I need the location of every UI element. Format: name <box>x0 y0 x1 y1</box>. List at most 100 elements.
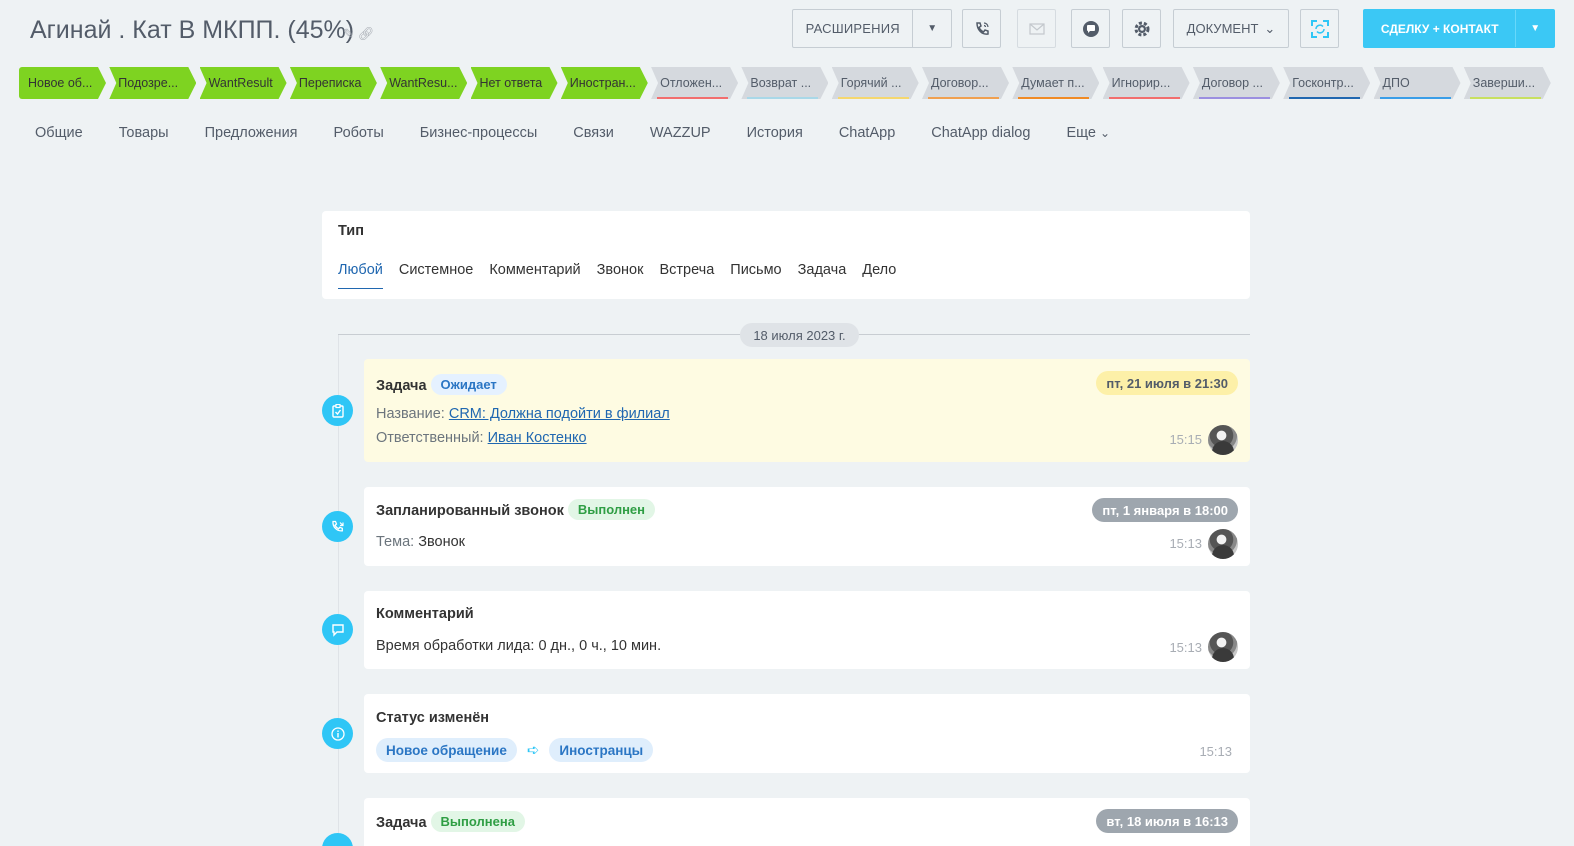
stage-color-bar <box>1289 97 1361 99</box>
type-filter-panel: Тип Любой Системное Комментарий Звонок В… <box>322 211 1250 299</box>
stage-label: Подозре... <box>118 76 179 90</box>
stage-color-bar <box>837 97 909 99</box>
card-title: Задача <box>376 378 427 394</box>
name-label: Название: <box>376 406 445 422</box>
stage-item[interactable]: Переписка <box>290 67 377 99</box>
filter-tab-email[interactable]: Письмо <box>730 262 781 289</box>
task-icon <box>322 833 353 846</box>
status-to: Иностранцы <box>549 738 654 762</box>
caret-down-icon[interactable]: ▼ <box>913 23 951 34</box>
stage-label: Договор ... <box>1201 76 1263 90</box>
link-icon[interactable]: 🔗︎ <box>358 26 375 42</box>
stage-item[interactable]: Госконтр... <box>1283 67 1370 99</box>
add-deal-contact-button[interactable]: СДЕЛКУ + КОНТАКТ ▼ <box>1363 9 1555 48</box>
tab-chatapp[interactable]: ChatApp <box>839 125 895 141</box>
time-label: 15:13 <box>1169 640 1202 655</box>
timeline-card-task-done[interactable]: Задача Выполнена вт, 18 июля в 16:13 <box>364 798 1250 846</box>
stage-label: Договор... <box>931 76 989 90</box>
deadline-badge[interactable]: пт, 1 января в 18:00 <box>1092 498 1238 522</box>
stage-color-bar <box>1018 97 1090 99</box>
stage-label: WantResu... <box>389 76 458 90</box>
tab-history[interactable]: История <box>747 125 803 141</box>
chevron-down-icon: ⌄ <box>1099 126 1111 140</box>
info-icon <box>322 718 353 749</box>
avatar[interactable] <box>1208 529 1238 559</box>
settings-button[interactable] <box>1122 9 1161 48</box>
stage-label: Нет ответа <box>479 76 543 90</box>
tab-business-processes[interactable]: Бизнес-процессы <box>420 125 538 141</box>
timeline-card-comment[interactable]: Комментарий Время обработки лида: 0 дн.,… <box>364 591 1250 669</box>
stage-item[interactable]: Горячий ... <box>832 67 919 99</box>
header: Агинай . Кат В МКПП. (45%) ✎ 🔗︎ РАСШИРЕН… <box>0 0 1574 60</box>
topic-label: Тема: <box>376 534 415 550</box>
filter-tab-any[interactable]: Любой <box>338 262 383 289</box>
avatar[interactable] <box>1208 632 1238 662</box>
topic-value: Звонок <box>418 534 465 550</box>
deadline-badge[interactable]: вт, 18 июля в 16:13 <box>1096 809 1238 833</box>
timeline-card-task[interactable]: Задача Ожидает пт, 21 июля в 21:30 Назван… <box>364 359 1250 462</box>
edit-icon[interactable]: ✎ <box>343 26 354 42</box>
stage-item[interactable]: ДПО <box>1374 67 1461 99</box>
stage-item[interactable]: Договор ... <box>1193 67 1280 99</box>
stage-item[interactable]: Заверши... <box>1464 67 1551 99</box>
document-label: ДОКУМЕНТ <box>1186 21 1259 36</box>
avatar[interactable] <box>1208 425 1238 455</box>
document-button[interactable]: ДОКУМЕНТ ⌄ <box>1173 9 1289 48</box>
stage-item[interactable]: Игнорир... <box>1103 67 1190 99</box>
stage-label: Думает п... <box>1021 76 1085 90</box>
stage-label: Заверши... <box>1472 76 1536 90</box>
extensions-button[interactable]: РАСШИРЕНИЯ ▼ <box>792 9 952 48</box>
scan-button[interactable] <box>1300 9 1339 48</box>
timeline-card-status[interactable]: Статус изменён Новое обращение ➪ Иностра… <box>364 694 1250 773</box>
stage-item[interactable]: Новое об... <box>19 67 106 99</box>
filter-tab-system[interactable]: Системное <box>399 262 473 289</box>
card-title: Задача <box>376 815 427 831</box>
page-title: Агинай . Кат В МКПП. (45%) <box>30 16 355 44</box>
stage-item[interactable]: Возврат ... <box>741 67 828 99</box>
filter-tab-meeting[interactable]: Встреча <box>659 262 714 289</box>
task-name-link[interactable]: CRM: Должна подойти в филиал <box>449 406 670 422</box>
tab-wazzup[interactable]: WAZZUP <box>650 125 711 141</box>
stage-item[interactable]: Подозре... <box>109 67 196 99</box>
stage-label: Переписка <box>298 76 362 90</box>
tab-more-label: Еще <box>1066 125 1096 141</box>
tab-robots[interactable]: Роботы <box>334 125 384 141</box>
chat-icon <box>1082 20 1099 37</box>
stage-label: Иностран... <box>569 76 636 90</box>
stage-item[interactable]: Нет ответа <box>471 67 558 99</box>
stage-item[interactable]: WantResult <box>200 67 287 99</box>
phone-icon <box>975 21 989 35</box>
tab-more[interactable]: Еще ⌄ <box>1066 125 1110 141</box>
tab-offers[interactable]: Предложения <box>205 125 298 141</box>
tab-products[interactable]: Товары <box>119 125 169 141</box>
filter-title: Тип <box>338 223 364 239</box>
mail-icon <box>1028 22 1045 35</box>
stage-color-bar <box>1379 97 1451 99</box>
card-title: Комментарий <box>376 606 474 622</box>
filter-tab-comment[interactable]: Комментарий <box>489 262 580 289</box>
card-title: Запланированный звонок <box>376 503 564 519</box>
stage-item[interactable]: Отложен... <box>651 67 738 99</box>
stage-item[interactable]: Иностран... <box>561 67 648 99</box>
filter-tab-activity[interactable]: Дело <box>862 262 896 289</box>
stage-item[interactable]: Договор... <box>922 67 1009 99</box>
tab-links[interactable]: Связи <box>573 125 614 141</box>
card-title: Статус изменён <box>376 710 490 726</box>
chat-button[interactable] <box>1071 9 1110 48</box>
stage-label: WantResult <box>208 76 273 90</box>
timeline-date: 18 июля 2023 г. <box>740 323 859 347</box>
mail-button[interactable] <box>1017 9 1056 48</box>
phone-button[interactable] <box>962 9 1001 48</box>
filter-tab-call[interactable]: Звонок <box>597 262 644 289</box>
responsible-link[interactable]: Иван Костенко <box>488 430 587 446</box>
comment-text: Время обработки лида: 0 дн., 0 ч., 10 ми… <box>376 638 662 654</box>
tab-chatapp-dialog[interactable]: ChatApp dialog <box>931 125 1030 141</box>
caret-down-icon[interactable]: ▼ <box>1516 23 1554 34</box>
stage-item[interactable]: Думает п... <box>1012 67 1099 99</box>
timeline-card-call[interactable]: Запланированный звонок Выполнен пт, 1 янв… <box>364 487 1250 566</box>
stage-item[interactable]: WantResu... <box>380 67 467 99</box>
stage-label: Возврат ... <box>750 76 812 90</box>
tab-general[interactable]: Общие <box>35 125 83 141</box>
deadline-badge[interactable]: пт, 21 июля в 21:30 <box>1096 371 1238 395</box>
filter-tab-task[interactable]: Задача <box>798 262 847 289</box>
